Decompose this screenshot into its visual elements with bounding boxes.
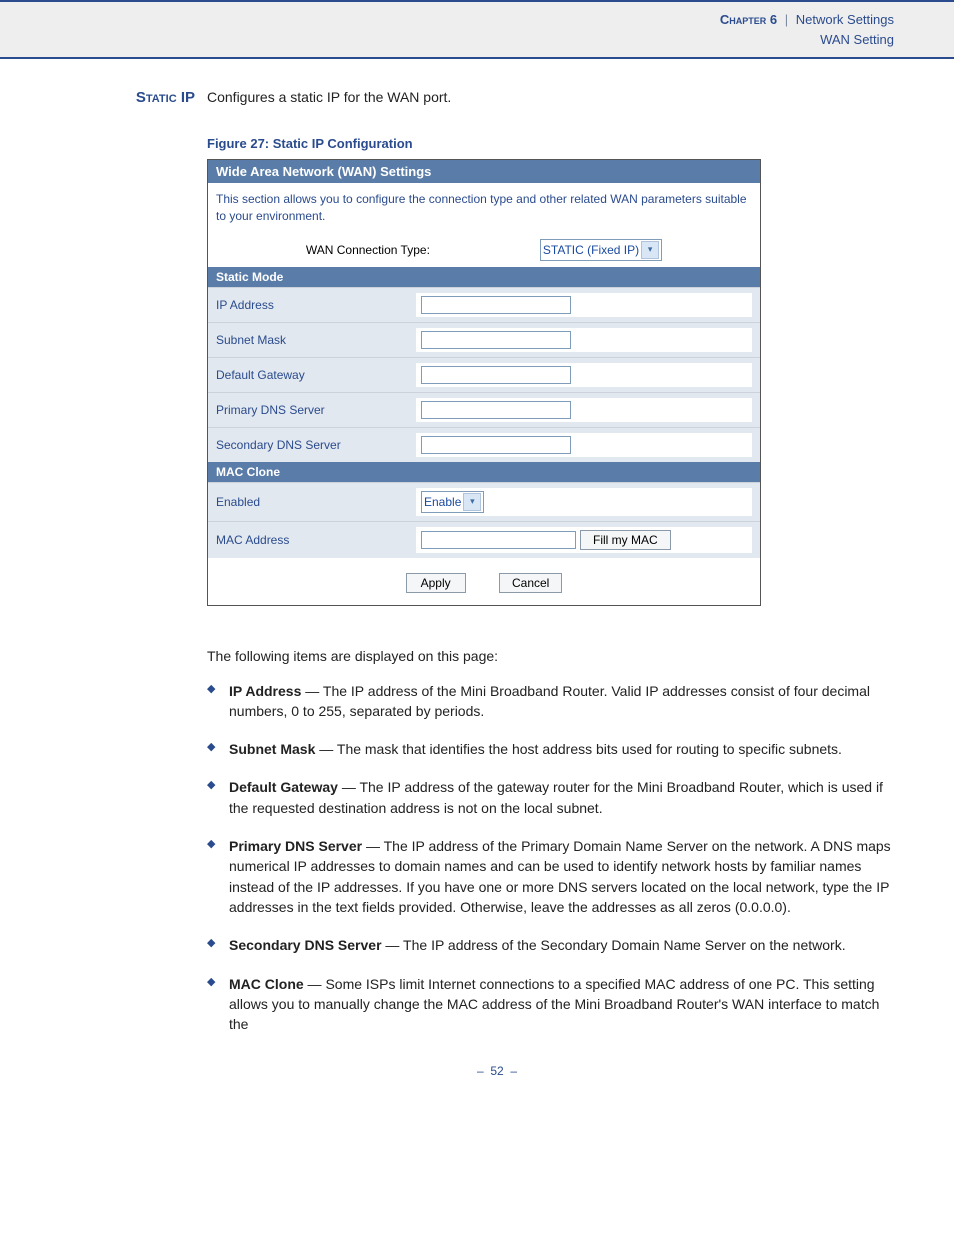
- wan-connection-type-label: WAN Connection Type:: [306, 243, 430, 257]
- mac-clone-header: MAC Clone: [208, 462, 760, 482]
- list-item: Secondary DNS Server — The IP address of…: [229, 935, 894, 955]
- figure-caption: Figure 27: Static IP Configuration: [207, 136, 894, 151]
- primary-dns-input[interactable]: [421, 401, 571, 419]
- item-list: IP Address — The IP address of the Mini …: [207, 681, 894, 1035]
- ip-address-label: IP Address: [216, 298, 416, 312]
- default-gateway-input[interactable]: [421, 366, 571, 384]
- chapter-label: Chapter 6: [720, 12, 777, 27]
- panel-title: Wide Area Network (WAN) Settings: [208, 160, 760, 183]
- primary-dns-label: Primary DNS Server: [216, 403, 416, 417]
- apply-button[interactable]: Apply: [406, 573, 466, 593]
- cancel-button[interactable]: Cancel: [499, 573, 562, 593]
- chevron-down-icon: ▾: [641, 241, 659, 259]
- list-item: MAC Clone — Some ISPs limit Internet con…: [229, 974, 894, 1035]
- panel-description: This section allows you to configure the…: [208, 183, 760, 233]
- wan-connection-type-select[interactable]: STATIC (Fixed IP) ▾: [540, 239, 662, 261]
- subsection-label: WAN Setting: [820, 32, 894, 47]
- body-intro: The following items are displayed on thi…: [207, 646, 894, 667]
- subnet-mask-input[interactable]: [421, 331, 571, 349]
- chevron-down-icon: ▾: [463, 493, 481, 511]
- fill-my-mac-button[interactable]: Fill my MAC: [580, 530, 671, 550]
- list-item: Primary DNS Server — The IP address of t…: [229, 836, 894, 917]
- list-item: Subnet Mask — The mask that identifies t…: [229, 739, 894, 759]
- list-item: IP Address — The IP address of the Mini …: [229, 681, 894, 722]
- wan-settings-panel: Wide Area Network (WAN) Settings This se…: [207, 159, 761, 606]
- page-header: Chapter 6 | Network Settings WAN Setting: [0, 0, 954, 59]
- section-label: Network Settings: [796, 12, 894, 27]
- ip-address-input[interactable]: [421, 296, 571, 314]
- mac-enabled-select[interactable]: Enable ▾: [421, 491, 484, 513]
- mac-enabled-label: Enabled: [216, 495, 416, 509]
- secondary-dns-label: Secondary DNS Server: [216, 438, 416, 452]
- list-item: Default Gateway — The IP address of the …: [229, 777, 894, 818]
- page-number: – 52 –: [100, 1064, 894, 1078]
- section-heading: Static IP: [100, 89, 207, 106]
- mac-address-label: MAC Address: [216, 533, 416, 547]
- default-gateway-label: Default Gateway: [216, 368, 416, 382]
- secondary-dns-input[interactable]: [421, 436, 571, 454]
- section-intro: Configures a static IP for the WAN port.: [207, 89, 894, 106]
- subnet-mask-label: Subnet Mask: [216, 333, 416, 347]
- mac-address-input[interactable]: [421, 531, 576, 549]
- static-mode-header: Static Mode: [208, 267, 760, 287]
